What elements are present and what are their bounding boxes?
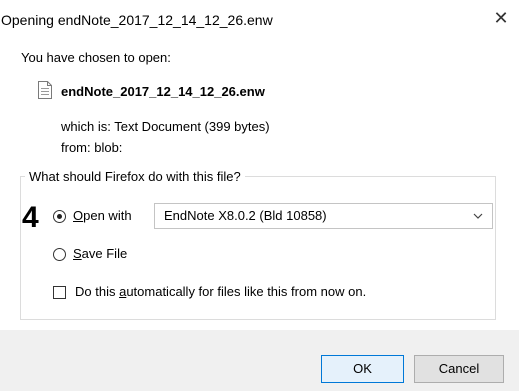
save-file-label[interactable]: Save File	[73, 246, 127, 262]
auto-action-checkbox[interactable]	[53, 286, 66, 299]
open-with-label-rest: pen with	[83, 208, 132, 223]
application-select[interactable]: EndNote X8.0.2 (Bld 10858)	[154, 203, 493, 229]
file-source-info: from: blob:	[61, 140, 123, 155]
close-icon: ✕	[493, 8, 509, 28]
auto-action-label[interactable]: Do this automatically for files like thi…	[75, 284, 366, 300]
save-file-label-rest: ave File	[81, 246, 128, 261]
close-button[interactable]: ✕	[493, 8, 509, 28]
ok-button[interactable]: OK	[321, 355, 404, 383]
auto-action-label-rest: utomatically for files like this from no…	[126, 284, 367, 299]
auto-action-label-prefix: Do this	[75, 284, 120, 299]
chosen-to-open-label: You have chosen to open:	[21, 50, 171, 65]
file-name: endNote_2017_12_14_12_26.enw	[61, 84, 265, 99]
cancel-button[interactable]: Cancel	[414, 355, 504, 383]
open-with-label[interactable]: Open with	[73, 208, 132, 224]
open-with-radio[interactable]	[53, 210, 66, 223]
chevron-down-icon	[473, 213, 483, 219]
application-select-value: EndNote X8.0.2 (Bld 10858)	[164, 208, 327, 223]
file-type-info: which is: Text Document (399 bytes)	[61, 119, 270, 134]
download-dialog: Opening endNote_2017_12_14_12_26.enw ✕ Y…	[0, 0, 519, 391]
open-with-mnemonic: O	[73, 208, 84, 223]
save-file-mnemonic: S	[73, 246, 82, 261]
dialog-title: Opening endNote_2017_12_14_12_26.enw	[1, 12, 273, 28]
file-action-group-legend: What should Firefox do with this file?	[25, 169, 245, 185]
save-file-radio[interactable]	[53, 248, 66, 261]
step-number-annotation: 4	[22, 201, 39, 234]
document-icon	[38, 81, 52, 99]
